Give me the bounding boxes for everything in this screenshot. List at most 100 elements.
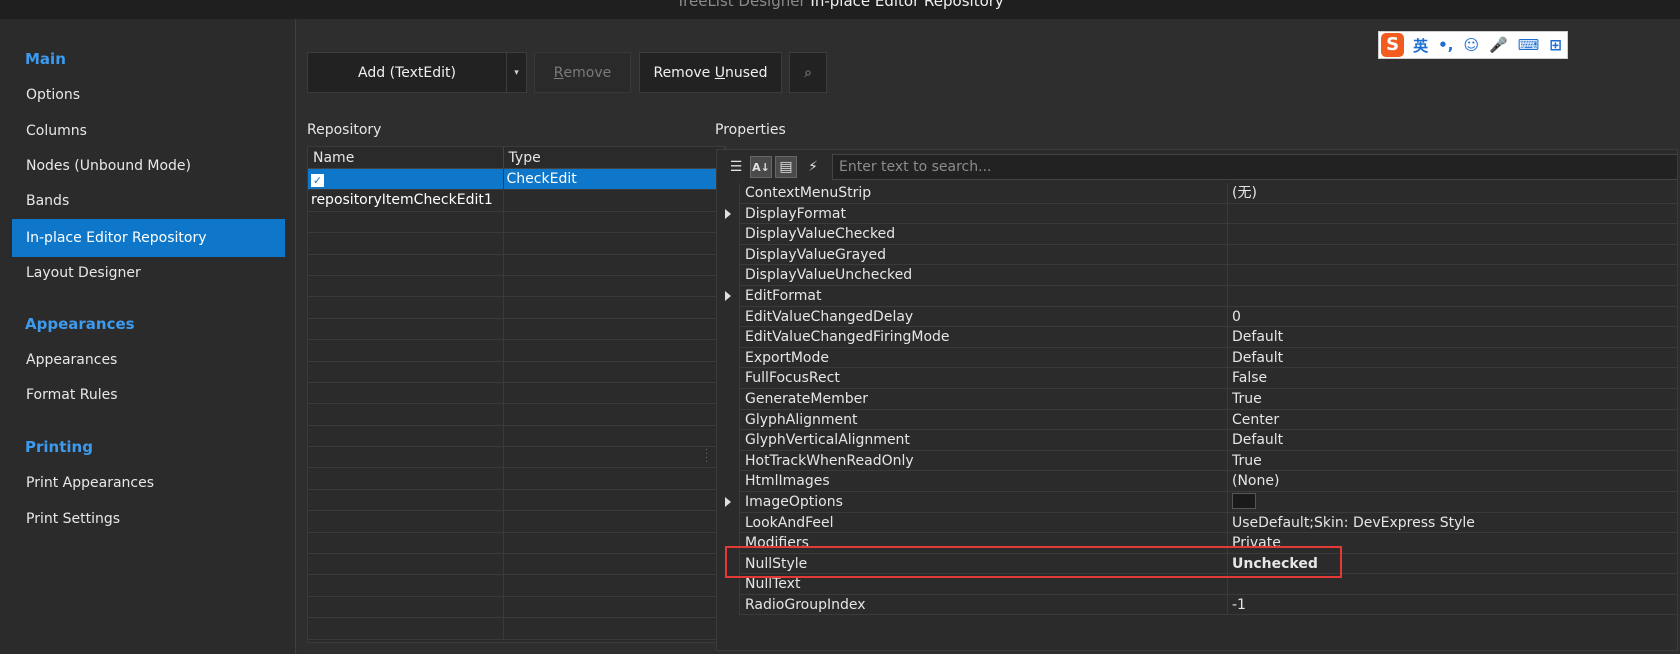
property-value[interactable]: UseDefault;Skin: DevExpress Style [1228,513,1677,534]
add-editor-dropdown-arrow[interactable]: ▾ [506,52,527,93]
property-row[interactable]: NullText [717,574,1677,595]
sidebar-item-bands[interactable]: Bands [12,182,285,220]
property-row[interactable]: DisplayValueGrayed [717,244,1677,266]
property-name[interactable]: DisplayFormat [739,203,1228,225]
property-search-input[interactable]: Enter text to search... [832,154,1677,180]
property-row[interactable]: DisplayFormat [717,203,1677,225]
property-value[interactable] [1228,265,1677,286]
property-row[interactable]: RadioGroupIndex -1 [717,594,1677,616]
property-value[interactable]: Private [1228,533,1677,554]
property-value[interactable]: (无) [1228,183,1677,204]
property-value[interactable]: (None) [1228,471,1677,492]
property-name[interactable]: HtmlImages [739,471,1228,492]
property-row[interactable]: ExportMode Default [717,347,1677,369]
property-row[interactable]: EditValueChangedDelay 0 [717,306,1677,328]
categorized-icon[interactable]: ☰ [725,156,747,178]
property-row[interactable]: HtmlImages (None) [717,471,1677,492]
property-value[interactable]: True [1228,389,1677,410]
ime-voice-icon[interactable]: 🎤 [1489,36,1508,54]
property-value[interactable] [1228,245,1677,266]
property-name[interactable]: Modifiers [739,533,1228,554]
property-name[interactable]: ExportMode [739,347,1228,369]
property-name[interactable]: RadioGroupIndex [739,594,1228,616]
property-value[interactable] [1228,574,1677,595]
property-value[interactable]: Center [1228,410,1677,431]
splitter-grip-icon[interactable]: · · · · [705,446,708,468]
column-header-type[interactable]: Type [504,147,725,168]
property-name[interactable]: DisplayValueGrayed [739,244,1228,266]
property-value[interactable]: Default [1228,327,1677,348]
property-name[interactable]: DisplayValueChecked [739,224,1228,245]
property-name[interactable]: NullStyle [739,553,1228,575]
property-pages-icon[interactable]: ▤ [775,156,797,178]
property-value[interactable] [1228,492,1677,513]
property-row[interactable]: ImageOptions [717,491,1677,513]
repository-grid[interactable]: Name Type ✓repositoryItemCheckEdit1 Chec… [307,146,726,643]
remove-button[interactable]: Remove [534,52,631,93]
ime-language-icon[interactable]: 英 [1413,35,1428,56]
column-header-name[interactable]: Name [308,147,504,168]
property-row[interactable]: Modifiers Private [717,533,1677,554]
expand-arrow-icon[interactable] [725,208,731,219]
property-name[interactable]: GenerateMember [739,388,1228,410]
property-value[interactable] [1228,204,1677,225]
sidebar-item-format-rules[interactable]: Format Rules [12,376,285,414]
property-row[interactable]: HotTrackWhenReadOnly True [717,450,1677,472]
sidebar-item-inplace-editor-repository[interactable]: In-place Editor Repository [12,219,285,257]
repository-item-type[interactable]: CheckEdit [504,169,725,190]
property-row[interactable]: DisplayValueChecked [717,224,1677,245]
property-row[interactable]: NullStyle Unchecked [717,553,1677,575]
add-editor-button[interactable]: Add (TextEdit) [307,52,507,93]
property-row[interactable]: ContextMenuStrip (无) [717,183,1677,204]
property-name[interactable]: LookAndFeel [739,512,1228,534]
property-value[interactable]: Default [1228,430,1677,451]
ime-emoji-icon[interactable]: ☺ [1463,36,1479,54]
property-name[interactable]: ContextMenuStrip [739,183,1228,204]
expand-arrow-icon[interactable] [725,496,731,507]
events-icon[interactable]: ⚡ [802,156,824,178]
property-name[interactable]: HotTrackWhenReadOnly [739,450,1228,472]
remove-unused-button[interactable]: Remove Unused [639,52,782,93]
property-value[interactable] [1228,224,1677,245]
property-name[interactable]: EditValueChangedDelay [739,306,1228,328]
property-row[interactable]: EditFormat [717,285,1677,307]
property-row[interactable]: EditValueChangedFiringMode Default [717,327,1677,348]
sidebar-item-options[interactable]: Options [12,76,285,114]
property-name[interactable]: EditFormat [739,285,1228,307]
property-row[interactable]: LookAndFeel UseDefault;Skin: DevExpress S… [717,512,1677,534]
property-value[interactable]: False [1228,368,1677,389]
property-row[interactable]: GlyphAlignment Center [717,409,1677,431]
property-value[interactable]: Default [1228,348,1677,369]
property-row[interactable]: GenerateMember True [717,388,1677,410]
ime-toolbar[interactable]: S 英 •, ☺ 🎤 ⌨ ⊞ [1378,31,1568,59]
property-name[interactable]: GlyphVerticalAlignment [739,430,1228,451]
ime-keyboard-icon[interactable]: ⌨ [1518,36,1540,54]
property-value[interactable] [1228,286,1677,307]
property-name[interactable]: GlyphAlignment [739,409,1228,431]
property-name[interactable]: EditValueChangedFiringMode [739,327,1228,348]
alphabetical-icon[interactable]: A↓ [750,156,772,178]
table-row[interactable]: ✓repositoryItemCheckEdit1 CheckEdit [308,169,725,208]
property-value[interactable]: -1 [1228,595,1677,616]
sidebar-item-columns[interactable]: Columns [12,112,285,150]
property-row[interactable]: DisplayValueUnchecked [717,265,1677,286]
expand-arrow-icon[interactable] [725,290,731,301]
repository-item-name[interactable]: ✓repositoryItemCheckEdit1 [308,169,504,208]
search-icon-button[interactable]: ⌕ [789,52,827,93]
property-row[interactable]: GlyphVerticalAlignment Default [717,430,1677,451]
ime-punctuation-icon[interactable]: •, [1438,36,1453,54]
property-name[interactable]: NullText [739,574,1228,595]
property-value[interactable]: True [1228,451,1677,472]
sidebar-item-print-appearances[interactable]: Print Appearances [12,464,285,502]
sidebar-item-layout-designer[interactable]: Layout Designer [12,254,285,292]
ime-toolbox-icon[interactable]: ⊞ [1549,36,1562,54]
property-row[interactable]: FullFocusRect False [717,368,1677,389]
property-value[interactable]: 0 [1228,307,1677,328]
property-name[interactable]: ImageOptions [739,491,1228,513]
sidebar-item-appearances[interactable]: Appearances [12,341,285,379]
sidebar-item-print-settings[interactable]: Print Settings [12,500,285,538]
property-value[interactable]: Unchecked [1228,554,1677,575]
sogou-logo-icon[interactable]: S [1381,33,1405,57]
sidebar-item-nodes[interactable]: Nodes (Unbound Mode) [12,147,285,185]
property-name[interactable]: FullFocusRect [739,368,1228,389]
